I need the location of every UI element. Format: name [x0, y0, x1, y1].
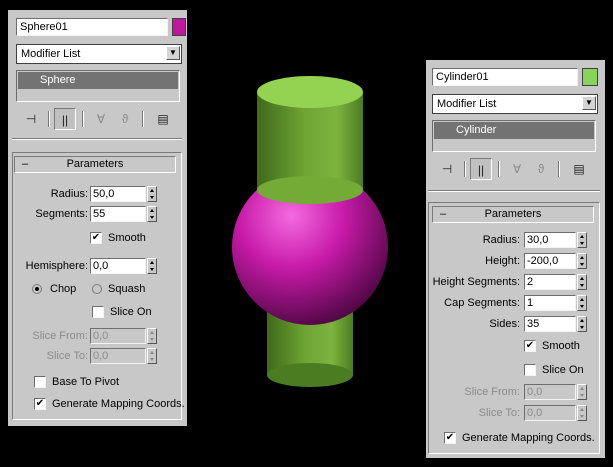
radius-spinner[interactable] [577, 232, 587, 248]
squash-label: Squash [108, 283, 146, 295]
rollout-title: Parameters [66, 158, 124, 170]
base-to-pivot-checkbox[interactable] [34, 376, 46, 388]
make-unique-icon[interactable]: ∀ [506, 158, 528, 180]
slice-from-label: Slice From: [464, 386, 520, 398]
configure-sets-icon[interactable]: ▤ [152, 108, 174, 130]
slice-from-spinner[interactable] [147, 328, 157, 344]
slice-to-spinner[interactable] [147, 348, 157, 364]
generate-mapping-checkbox[interactable]: ✔ [444, 432, 456, 444]
smooth-label: Smooth [108, 232, 146, 244]
slice-from-spinner[interactable] [577, 384, 587, 400]
slice-to-input[interactable]: 0,0 [524, 405, 576, 421]
radius-spinner[interactable] [147, 186, 157, 202]
stack-item-cylinder[interactable]: Cylinder [434, 122, 594, 139]
modifier-list-label: Modifier List [21, 48, 81, 60]
radius-label: Radius: [482, 234, 520, 246]
pin-stack-icon[interactable]: ⊣ [20, 108, 42, 130]
remove-modifier-icon[interactable]: ϑ [114, 108, 136, 130]
height-label: Height: [485, 255, 520, 267]
object-color-swatch[interactable] [172, 18, 186, 36]
slice-on-checkbox[interactable] [524, 364, 536, 376]
height-input[interactable]: -200,0 [524, 253, 576, 269]
slice-on-checkbox[interactable] [92, 306, 104, 318]
slice-on-label: Slice On [110, 306, 152, 318]
radius-input[interactable]: 50,0 [90, 186, 146, 202]
height-segments-input[interactable]: 2 [524, 274, 576, 290]
remove-modifier-icon[interactable]: ϑ [530, 158, 552, 180]
stack-toolbar: ⊣ || ∀ ϑ ▤ [434, 158, 598, 180]
hemisphere-input[interactable]: 0,0 [90, 258, 146, 274]
hemisphere-spinner[interactable] [147, 258, 157, 274]
modifier-list-dropdown[interactable]: Modifier List ▼ [16, 44, 182, 64]
radius-label: Radius: [50, 188, 88, 200]
cap-segments-spinner[interactable] [577, 295, 587, 311]
segments-spinner[interactable] [147, 206, 157, 222]
collapse-icon: – [440, 208, 447, 220]
height-segments-label: Height Segments: [432, 276, 520, 288]
chevron-down-icon[interactable]: ▼ [582, 96, 596, 110]
modifier-stack[interactable]: Sphere [16, 70, 180, 102]
sides-label: Sides: [489, 318, 520, 330]
collapse-icon: – [22, 158, 29, 170]
base-to-pivot-label: Base To Pivot [52, 376, 120, 388]
squash-radio[interactable] [92, 284, 102, 294]
chevron-down-icon[interactable]: ▼ [166, 46, 180, 60]
cap-segments-input[interactable]: 1 [524, 295, 576, 311]
show-end-result-icon[interactable]: || [470, 158, 492, 180]
slice-to-label: Slice To: [46, 350, 88, 362]
configure-sets-icon[interactable]: ▤ [568, 158, 590, 180]
cylinder-command-panel: Cylinder01 Modifier List ▼ Cylinder ⊣ ||… [426, 60, 605, 458]
pin-stack-icon[interactable]: ⊣ [436, 158, 458, 180]
height-segments-spinner[interactable] [577, 274, 587, 290]
sphere-command-panel: Sphere01 Modifier List ▼ Sphere ⊣ || ∀ ϑ… [8, 10, 187, 426]
show-end-result-icon[interactable]: || [54, 108, 76, 130]
smooth-checkbox[interactable]: ✔ [90, 232, 102, 244]
slice-to-label: Slice To: [478, 407, 520, 419]
slice-from-input[interactable]: 0,0 [524, 384, 576, 400]
smooth-checkbox[interactable]: ✔ [524, 340, 536, 352]
height-spinner[interactable] [577, 253, 587, 269]
modifier-stack[interactable]: Cylinder [432, 120, 596, 152]
parameters-rollout-header[interactable]: – Parameters [432, 206, 594, 223]
object-name-field[interactable]: Sphere01 [16, 18, 168, 36]
slice-to-input[interactable]: 0,0 [90, 348, 146, 364]
chop-radio[interactable] [32, 284, 42, 294]
segments-label: Segments: [35, 208, 88, 220]
generate-mapping-label: Generate Mapping Coords. [52, 398, 185, 410]
cylinder-top [257, 76, 363, 204]
sides-spinner[interactable] [577, 316, 587, 332]
generate-mapping-label: Generate Mapping Coords. [462, 432, 595, 444]
parameters-rollout-header[interactable]: – Parameters [14, 156, 176, 173]
rollout-title: Parameters [484, 208, 542, 220]
cap-segments-label: Cap Segments: [444, 297, 520, 309]
stack-toolbar: ⊣ || ∀ ϑ ▤ [18, 108, 182, 130]
modifier-list-dropdown[interactable]: Modifier List ▼ [432, 94, 598, 114]
modifier-list-label: Modifier List [437, 98, 497, 110]
generate-mapping-checkbox[interactable]: ✔ [34, 398, 46, 410]
make-unique-icon[interactable]: ∀ [90, 108, 112, 130]
slice-from-input[interactable]: 0,0 [90, 328, 146, 344]
object-name-field[interactable]: Cylinder01 [432, 68, 578, 86]
slice-from-label: Slice From: [32, 330, 88, 342]
radius-input[interactable]: 30,0 [524, 232, 576, 248]
object-color-swatch[interactable] [582, 68, 598, 86]
slice-on-label: Slice On [542, 364, 584, 376]
stack-item-sphere[interactable]: Sphere [18, 72, 178, 89]
sides-input[interactable]: 35 [524, 316, 576, 332]
smooth-label: Smooth [542, 340, 580, 352]
hemisphere-label: Hemisphere: [25, 260, 88, 272]
chop-label: Chop [50, 283, 77, 295]
slice-to-spinner[interactable] [577, 405, 587, 421]
segments-input[interactable]: 55 [90, 206, 146, 222]
